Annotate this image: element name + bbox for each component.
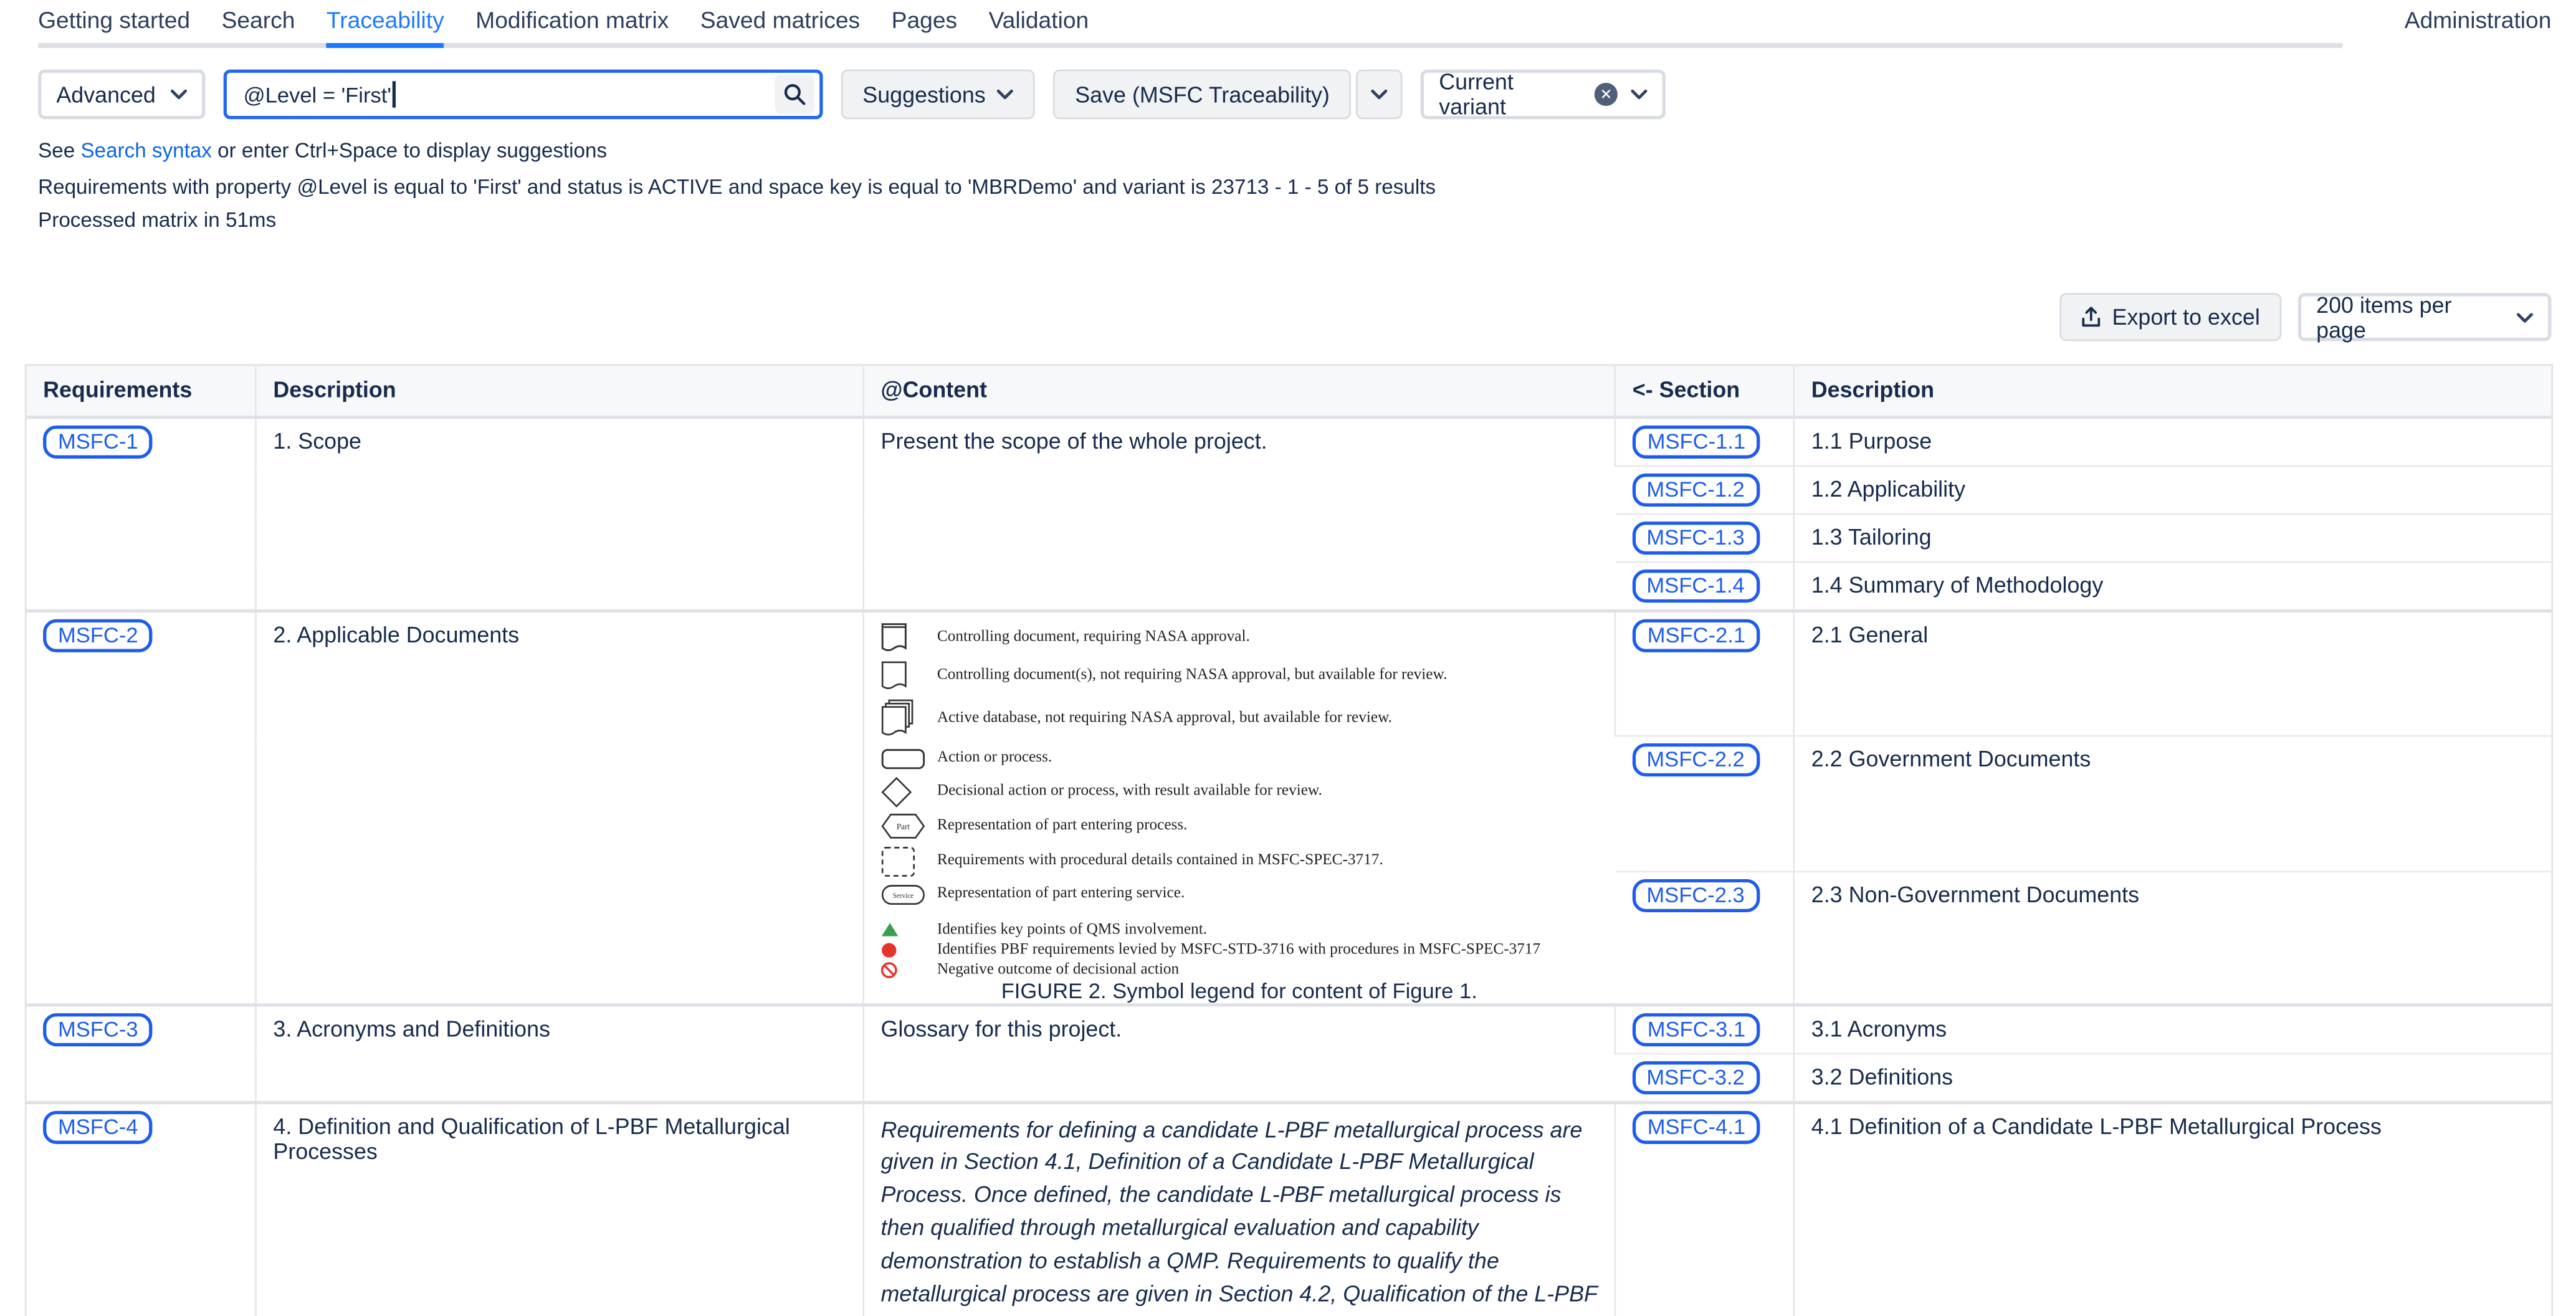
traceability-matrix: Requirements Description @Content <- Sec… bbox=[25, 365, 2553, 1316]
save-dropdown-button[interactable] bbox=[1356, 70, 1402, 120]
table-row: MSFC-4 4. Definition and Qualification o… bbox=[26, 1102, 2552, 1316]
header-content: @Content bbox=[864, 365, 1615, 416]
variant-select[interactable]: Current variant ✕ bbox=[1421, 70, 1666, 120]
clear-variant-icon[interactable]: ✕ bbox=[1595, 83, 1618, 106]
text-caret bbox=[393, 81, 396, 108]
part-hexagon-icon: Part bbox=[881, 812, 937, 839]
section-description: 3.2 Definitions bbox=[1794, 1053, 2552, 1102]
table-actions: Export to excel 200 items per page bbox=[0, 293, 2551, 341]
save-split-button: Save (MSFC Traceability) bbox=[1054, 70, 1403, 120]
nav-validation[interactable]: Validation bbox=[989, 7, 1089, 43]
header-description: Description bbox=[256, 365, 864, 416]
chevron-down-icon bbox=[1371, 89, 1388, 99]
requirement-content-figure: Controlling document, requiring NASA app… bbox=[864, 610, 1615, 1004]
processed-time: Processed matrix in 51ms bbox=[38, 209, 2576, 232]
section-description: 1.1 Purpose bbox=[1794, 416, 2552, 465]
header-section: <- Section bbox=[1615, 365, 1794, 416]
negative-outcome-icon bbox=[881, 961, 937, 978]
suggestions-button[interactable]: Suggestions bbox=[841, 70, 1036, 120]
search-toolbar: Advanced @Level = 'First' Suggestions Sa… bbox=[38, 70, 2551, 120]
pbf-circle-icon bbox=[881, 942, 937, 958]
query-mode-value: Advanced bbox=[56, 82, 157, 107]
chevron-down-icon bbox=[997, 89, 1014, 99]
svg-text:Part: Part bbox=[897, 821, 910, 831]
search-input[interactable]: @Level = 'First' bbox=[224, 70, 823, 120]
section-pill[interactable]: MSFC-1.4 bbox=[1631, 569, 1759, 602]
section-pill[interactable]: MSFC-1.3 bbox=[1631, 521, 1759, 554]
service-stadium-icon: Service bbox=[881, 884, 937, 905]
traceability-page: Getting started Search Traceability Modi… bbox=[0, 0, 2576, 1316]
section-description: 2.3 Non-Government Documents bbox=[1794, 871, 2552, 1004]
search-button[interactable] bbox=[775, 75, 814, 115]
requirement-description: 4. Definition and Qualification of L-PBF… bbox=[256, 1102, 864, 1316]
nav-traceability[interactable]: Traceability bbox=[327, 7, 444, 43]
requirement-pill[interactable]: MSFC-1 bbox=[43, 425, 153, 458]
symbol-legend-figure: Controlling document, requiring NASA app… bbox=[881, 622, 1598, 996]
section-pill[interactable]: MSFC-2.3 bbox=[1631, 879, 1759, 912]
dashed-box-icon bbox=[881, 845, 937, 876]
nav-saved-matrices[interactable]: Saved matrices bbox=[700, 7, 860, 43]
decision-diamond-icon bbox=[881, 776, 937, 807]
document-controlled-icon bbox=[881, 622, 937, 653]
search-syntax-link[interactable]: Search syntax bbox=[80, 139, 211, 162]
header-section-description: Description bbox=[1794, 365, 2552, 416]
query-mode-select[interactable]: Advanced bbox=[38, 70, 205, 120]
section-description: 3.1 Acronyms bbox=[1794, 1004, 2552, 1052]
section-pill[interactable]: MSFC-2.2 bbox=[1631, 744, 1759, 777]
requirement-pill[interactable]: MSFC-3 bbox=[43, 1013, 153, 1046]
section-description: 2.2 Government Documents bbox=[1794, 737, 2552, 871]
export-icon bbox=[2081, 307, 2101, 328]
nav-pages[interactable]: Pages bbox=[892, 7, 957, 43]
section-pill[interactable]: MSFC-1.1 bbox=[1633, 425, 1760, 458]
requirement-content: Present the scope of the whole project. bbox=[864, 416, 1615, 610]
chevron-down-icon bbox=[171, 89, 188, 99]
page-size-value: 200 items per page bbox=[2316, 292, 2503, 342]
section-pill[interactable]: MSFC-1.2 bbox=[1631, 473, 1759, 506]
top-navigation: Getting started Search Traceability Modi… bbox=[0, 0, 2576, 48]
nav-getting-started[interactable]: Getting started bbox=[38, 7, 190, 43]
section-pill[interactable]: MSFC-4.1 bbox=[1633, 1110, 1760, 1143]
primary-nav: Getting started Search Traceability Modi… bbox=[38, 7, 2343, 48]
requirement-pill[interactable]: MSFC-2 bbox=[43, 618, 153, 651]
results-summary: Requirements with property @Level is equ… bbox=[38, 176, 2576, 199]
search-query-text: @Level = 'First' bbox=[244, 81, 396, 108]
nav-search[interactable]: Search bbox=[222, 7, 295, 43]
search-icon bbox=[783, 83, 806, 106]
table-row: MSFC-3 3. Acronyms and Definitions Gloss… bbox=[26, 1004, 2552, 1052]
figure-caption: FIGURE 2. Symbol legend for content of F… bbox=[881, 978, 1598, 1006]
requirement-description: 1. Scope bbox=[256, 416, 864, 610]
svg-text:Service: Service bbox=[893, 892, 914, 899]
requirement-content: Requirements for defining a candidate L-… bbox=[864, 1102, 1615, 1316]
section-description: 4.1 Definition of a Candidate L-PBF Meta… bbox=[1794, 1102, 2552, 1316]
chevron-down-icon bbox=[1631, 89, 1648, 99]
chevron-down-icon bbox=[2517, 312, 2534, 322]
table-row: MSFC-2 2. Applicable Documents Controlli… bbox=[26, 610, 2552, 737]
section-pill[interactable]: MSFC-3.1 bbox=[1633, 1013, 1760, 1046]
section-description: 1.3 Tailoring bbox=[1794, 513, 2552, 561]
help-line: See Search syntax or enter Ctrl+Space to… bbox=[38, 139, 2576, 162]
section-description: 2.1 General bbox=[1794, 610, 2552, 737]
section-pill[interactable]: MSFC-3.2 bbox=[1631, 1061, 1759, 1094]
requirement-description: 3. Acronyms and Definitions bbox=[256, 1004, 864, 1102]
page-size-select[interactable]: 200 items per page bbox=[2298, 293, 2552, 341]
save-button[interactable]: Save (MSFC Traceability) bbox=[1054, 70, 1352, 120]
section-pill[interactable]: MSFC-2.1 bbox=[1633, 618, 1760, 651]
variant-value: Current variant bbox=[1439, 70, 1581, 120]
requirement-description: 2. Applicable Documents bbox=[256, 610, 864, 1004]
header-requirements: Requirements bbox=[26, 365, 255, 416]
requirement-content: Glossary for this project. bbox=[864, 1004, 1615, 1102]
nav-administration[interactable]: Administration bbox=[2405, 7, 2552, 34]
database-stack-icon bbox=[881, 698, 937, 738]
section-description: 1.4 Summary of Methodology bbox=[1794, 561, 2552, 610]
qms-triangle-icon bbox=[881, 922, 937, 937]
export-button[interactable]: Export to excel bbox=[2059, 293, 2282, 341]
process-box-icon bbox=[881, 748, 937, 770]
document-icon bbox=[881, 660, 937, 691]
section-description: 1.2 Applicability bbox=[1794, 465, 2552, 513]
table-row: MSFC-1 1. Scope Present the scope of the… bbox=[26, 416, 2552, 465]
requirement-pill[interactable]: MSFC-4 bbox=[43, 1110, 153, 1143]
nav-modification-matrix[interactable]: Modification matrix bbox=[475, 7, 669, 43]
matrix-header-row: Requirements Description @Content <- Sec… bbox=[26, 365, 2552, 416]
